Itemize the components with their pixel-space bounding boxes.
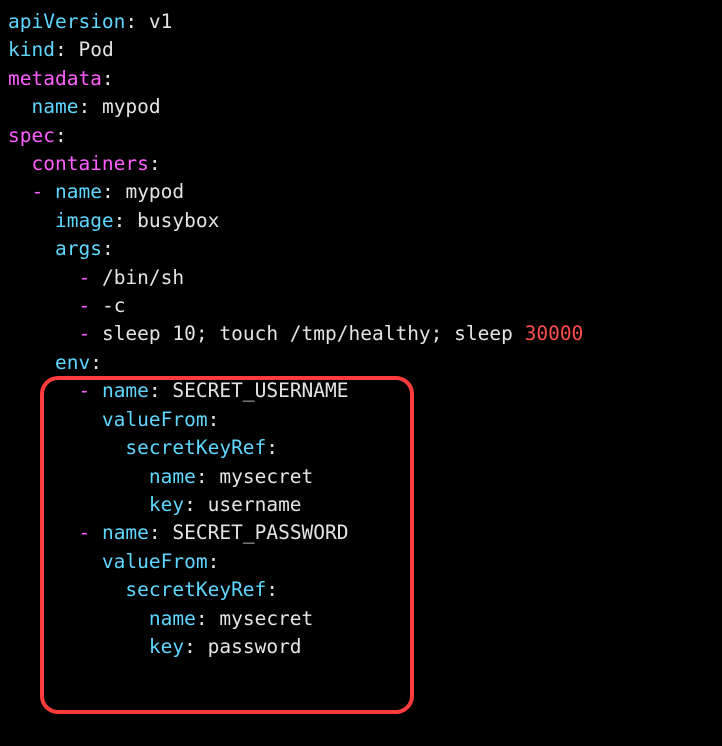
key-env: env	[55, 351, 90, 374]
val-env1-skr-key: password	[208, 635, 302, 658]
yaml-code-block: apiVersion: v1 kind: Pod metadata: name:…	[0, 0, 722, 669]
key-image: image	[55, 209, 114, 232]
key-spec: spec	[8, 124, 55, 147]
key-containers: containers	[31, 152, 148, 175]
key-env1-valueFrom: valueFrom	[102, 550, 208, 573]
val-kind: Pod	[78, 38, 113, 61]
key-kind: kind	[8, 38, 55, 61]
val-apiVersion: v1	[149, 10, 172, 33]
key-env1-skr-name: name	[149, 607, 196, 630]
val-arg2a: sleep 10; touch /tmp/healthy; sleep	[102, 322, 525, 345]
key-container-name: name	[55, 180, 102, 203]
key-env0-valueFrom: valueFrom	[102, 408, 208, 431]
val-arg2b-number: 30000	[525, 322, 584, 345]
key-apiVersion: apiVersion	[8, 10, 125, 33]
key-metadata-name: name	[31, 95, 78, 118]
val-env0-name: SECRET_USERNAME	[172, 379, 348, 402]
key-env1-name: name	[102, 521, 149, 544]
val-env0-skr-name: mysecret	[219, 465, 313, 488]
val-arg0: /bin/sh	[102, 266, 184, 289]
key-env0-secretKeyRef: secretKeyRef	[125, 436, 266, 459]
key-env0-name: name	[102, 379, 149, 402]
key-env1-skr-key: key	[149, 635, 184, 658]
key-metadata: metadata	[8, 67, 102, 90]
val-image: busybox	[137, 209, 219, 232]
key-env1-secretKeyRef: secretKeyRef	[125, 578, 266, 601]
val-env1-skr-name: mysecret	[219, 607, 313, 630]
val-arg1: -c	[102, 294, 125, 317]
val-env0-skr-key: username	[208, 493, 302, 516]
val-metadata-name: mypod	[102, 95, 161, 118]
key-args: args	[55, 237, 102, 260]
val-env1-name: SECRET_PASSWORD	[172, 521, 348, 544]
key-env0-skr-name: name	[149, 465, 196, 488]
val-container-name: mypod	[125, 180, 184, 203]
key-env0-skr-key: key	[149, 493, 184, 516]
